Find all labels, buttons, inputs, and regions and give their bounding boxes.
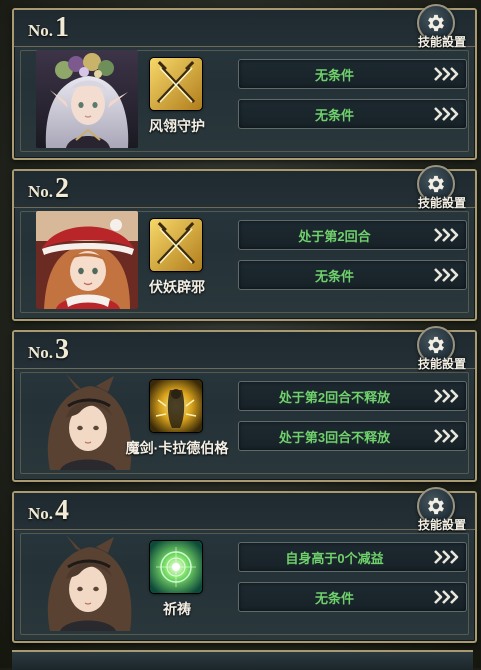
condition-text: 无条件 xyxy=(314,107,354,123)
triple-chevron-right-icon xyxy=(434,389,459,403)
triple-chevron-right-icon xyxy=(434,67,459,81)
skill-settings-label[interactable]: 技能設置 xyxy=(418,355,466,372)
condition-button-2[interactable]: 处于第3回合不释放 xyxy=(238,421,467,451)
skill-name: 祈祷 xyxy=(163,601,191,617)
triple-chevron-right-icon xyxy=(434,228,459,242)
rank-label: No.1 xyxy=(28,12,70,43)
gear-icon xyxy=(428,497,444,515)
condition-button-2[interactable]: 无条件 xyxy=(238,582,467,612)
triple-chevron-right-icon xyxy=(434,429,459,443)
condition-text: 处于第2回合 xyxy=(298,228,371,244)
condition-text: 自身高于0个减益 xyxy=(285,550,384,566)
skill-icon-crossed-swords[interactable] xyxy=(150,58,202,110)
condition-text: 无条件 xyxy=(314,268,354,284)
gear-icon xyxy=(428,336,444,354)
condition-button-1[interactable]: 处于第2回合 xyxy=(238,220,467,250)
skill-name: 魔剑·卡拉德伯格 xyxy=(125,440,229,456)
rank-label: No.3 xyxy=(28,334,70,365)
condition-button-1[interactable]: 处于第2回合不释放 xyxy=(238,381,467,411)
condition-button-1[interactable]: 自身高于0个减益 xyxy=(238,542,467,572)
condition-button-1[interactable]: 无条件 xyxy=(238,59,467,89)
skill-settings-label[interactable]: 技能設置 xyxy=(418,516,466,533)
priority-card-4: No.4 技能設置 祈祷 自身高于0个减益 无条件 xyxy=(12,487,477,643)
triple-chevron-right-icon xyxy=(434,268,459,282)
skill-icon-prayer[interactable] xyxy=(150,541,202,593)
condition-text: 无条件 xyxy=(314,590,354,606)
condition-button-2[interactable]: 无条件 xyxy=(238,260,467,290)
skill-name: 伏妖辟邪 xyxy=(149,279,205,295)
priority-card-2: No.2 技能設置 伏妖辟邪 处于第2回合 无条件 xyxy=(12,165,477,321)
skill-settings-label[interactable]: 技能設置 xyxy=(418,33,466,50)
condition-text: 无条件 xyxy=(314,67,354,83)
skill-name: 风翎守护 xyxy=(149,118,205,134)
condition-text: 处于第2回合不释放 xyxy=(278,389,391,405)
skill-icon-demon-sword[interactable] xyxy=(150,380,202,432)
condition-button-2[interactable]: 无条件 xyxy=(238,99,467,129)
condition-text: 处于第3回合不释放 xyxy=(278,429,391,445)
gear-icon xyxy=(428,14,444,32)
next-card-edge xyxy=(12,650,473,670)
triple-chevron-right-icon xyxy=(434,107,459,121)
priority-card-3: No.3 技能設置 魔剑·卡拉德伯格 处于第2回合不释放 处于第3回合不释放 xyxy=(12,326,477,482)
rank-label: No.4 xyxy=(28,495,70,526)
priority-card-1: No.1 技能設置 风翎守护 无条件 无条件 xyxy=(12,4,477,160)
rank-label: No.2 xyxy=(28,173,70,204)
skill-settings-label[interactable]: 技能設置 xyxy=(418,194,466,211)
triple-chevron-right-icon xyxy=(434,550,459,564)
triple-chevron-right-icon xyxy=(434,590,459,604)
gear-icon xyxy=(428,175,444,193)
skill-icon-crossed-swords[interactable] xyxy=(150,219,202,271)
